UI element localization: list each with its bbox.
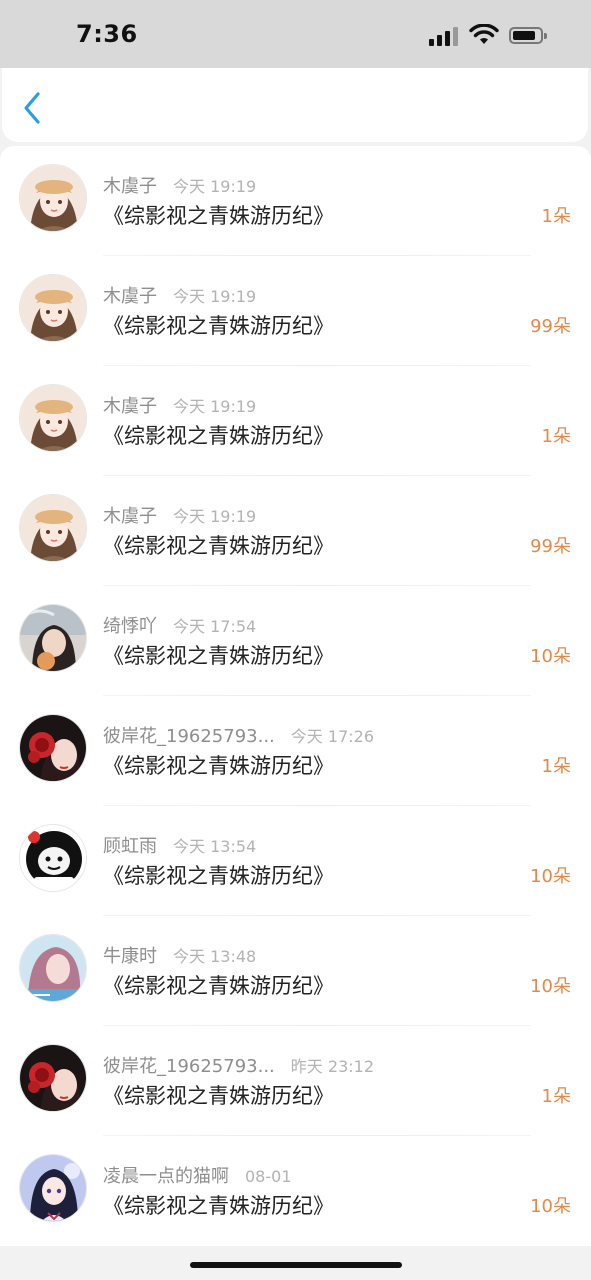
gift-count: 10朵 (530, 976, 571, 997)
avatar-image (20, 715, 86, 781)
book-title[interactable]: 《综影视之青姝游历纪》 (103, 530, 334, 560)
gift-record-row[interactable]: 凌晨一点的猫啊 08-01 《综影视之青姝游历纪》 10朵 (0, 1136, 591, 1246)
avatar[interactable] (19, 604, 87, 672)
timestamp: 今天 19:19 (173, 397, 257, 416)
gift-record-row[interactable]: 牛康时 今天 13:48 《综影视之青姝游历纪》 10朵 (0, 916, 591, 1026)
avatar-image (20, 495, 86, 561)
avatar[interactable] (19, 1044, 87, 1112)
username[interactable]: 木虞子 (103, 176, 157, 197)
home-indicator[interactable] (190, 1262, 402, 1268)
gift-count: 1朵 (541, 756, 571, 777)
book-title[interactable]: 《综影视之青姝游历纪》 (103, 640, 334, 670)
avatar-image (20, 165, 86, 231)
record-meta: 牛康时 今天 13:48 (103, 942, 257, 967)
avatar[interactable] (19, 1154, 87, 1222)
gift-count: 10朵 (530, 866, 571, 887)
book-title[interactable]: 《综影视之青姝游历纪》 (103, 970, 334, 1000)
home-bar (0, 1246, 591, 1280)
timestamp: 今天 19:19 (173, 287, 257, 306)
book-title[interactable]: 《综影视之青姝游历纪》 (103, 750, 334, 780)
username[interactable]: 木虞子 (103, 506, 157, 527)
back-button[interactable] (16, 88, 52, 128)
gift-count: 10朵 (530, 1196, 571, 1217)
timestamp: 今天 17:54 (173, 617, 257, 636)
record-meta: 顾虹雨 今天 13:54 (103, 832, 257, 857)
wifi-icon (469, 24, 499, 44)
username[interactable]: 木虞子 (103, 286, 157, 307)
nav-bar (2, 68, 588, 142)
avatar-image (20, 605, 86, 671)
username[interactable]: 木虞子 (103, 396, 157, 417)
timestamp: 08-01 (245, 1167, 292, 1186)
avatar[interactable] (19, 494, 87, 562)
status-bar: 7:36 (0, 0, 591, 68)
record-meta: 绮悸吖 今天 17:54 (103, 612, 257, 637)
signal-icon (429, 26, 459, 46)
gift-record-row[interactable]: 木虞子 今天 19:19 《综影视之青姝游历纪》 1朵 (0, 146, 591, 256)
battery-icon (509, 27, 547, 44)
avatar-image (20, 275, 86, 341)
chevron-left-icon (24, 92, 40, 124)
record-meta: 木虞子 今天 19:19 (103, 392, 257, 417)
avatar-image (20, 1045, 86, 1111)
book-title[interactable]: 《综影视之青姝游历纪》 (103, 200, 334, 230)
avatar[interactable] (19, 934, 87, 1002)
record-meta: 彼岸花_19625793... 今天 17:26 (103, 722, 374, 747)
gift-record-row[interactable]: 顾虹雨 今天 13:54 《综影视之青姝游历纪》 10朵 (0, 806, 591, 916)
gift-count: 1朵 (541, 1086, 571, 1107)
avatar[interactable] (19, 824, 87, 892)
username[interactable]: 彼岸花_19625793... (103, 1056, 275, 1077)
gift-count: 1朵 (541, 426, 571, 447)
gift-count: 99朵 (530, 316, 571, 337)
username[interactable]: 顾虹雨 (103, 836, 157, 857)
timestamp: 今天 17:26 (290, 727, 374, 746)
record-meta: 木虞子 今天 19:19 (103, 502, 257, 527)
gift-record-list: 木虞子 今天 19:19 《综影视之青姝游历纪》 1朵 木虞子 今天 19:19 《综影视之… (0, 146, 591, 1246)
avatar[interactable] (19, 164, 87, 232)
timestamp: 今天 19:19 (173, 177, 257, 196)
timestamp: 昨天 23:12 (290, 1057, 374, 1076)
gift-record-row[interactable]: 木虞子 今天 19:19 《综影视之青姝游历纪》 1朵 (0, 366, 591, 476)
record-meta: 彼岸花_19625793... 昨天 23:12 (103, 1052, 374, 1077)
gift-count: 1朵 (541, 206, 571, 227)
avatar[interactable] (19, 714, 87, 782)
gift-record-row[interactable]: 木虞子 今天 19:19 《综影视之青姝游历纪》 99朵 (0, 476, 591, 586)
book-title[interactable]: 《综影视之青姝游历纪》 (103, 1080, 334, 1110)
username[interactable]: 牛康时 (103, 946, 157, 967)
gift-record-row[interactable]: 绮悸吖 今天 17:54 《综影视之青姝游历纪》 10朵 (0, 586, 591, 696)
book-title[interactable]: 《综影视之青姝游历纪》 (103, 860, 334, 890)
timestamp: 今天 13:54 (173, 837, 257, 856)
book-title[interactable]: 《综影视之青姝游历纪》 (103, 310, 334, 340)
gift-record-row[interactable]: 彼岸花_19625793... 昨天 23:12 《综影视之青姝游历纪》 1朵 (0, 1026, 591, 1136)
record-meta: 凌晨一点的猫啊 08-01 (103, 1162, 292, 1187)
avatar-image (20, 1155, 86, 1221)
book-title[interactable]: 《综影视之青姝游历纪》 (103, 420, 334, 450)
username[interactable]: 凌晨一点的猫啊 (103, 1166, 229, 1187)
timestamp: 今天 13:48 (173, 947, 257, 966)
avatar[interactable] (19, 274, 87, 342)
gift-count: 10朵 (530, 646, 571, 667)
record-meta: 木虞子 今天 19:19 (103, 172, 257, 197)
record-meta: 木虞子 今天 19:19 (103, 282, 257, 307)
gift-record-row[interactable]: 木虞子 今天 19:19 《综影视之青姝游历纪》 99朵 (0, 256, 591, 366)
gift-record-row[interactable]: 彼岸花_19625793... 今天 17:26 《综影视之青姝游历纪》 1朵 (0, 696, 591, 806)
avatar-image (20, 935, 86, 1001)
status-time: 7:36 (76, 20, 138, 48)
gift-count: 99朵 (530, 536, 571, 557)
avatar-image (20, 825, 86, 891)
timestamp: 今天 19:19 (173, 507, 257, 526)
avatar[interactable] (19, 384, 87, 452)
avatar-image (20, 385, 86, 451)
book-title[interactable]: 《综影视之青姝游历纪》 (103, 1190, 334, 1220)
username[interactable]: 彼岸花_19625793... (103, 726, 275, 747)
username[interactable]: 绮悸吖 (103, 616, 157, 637)
